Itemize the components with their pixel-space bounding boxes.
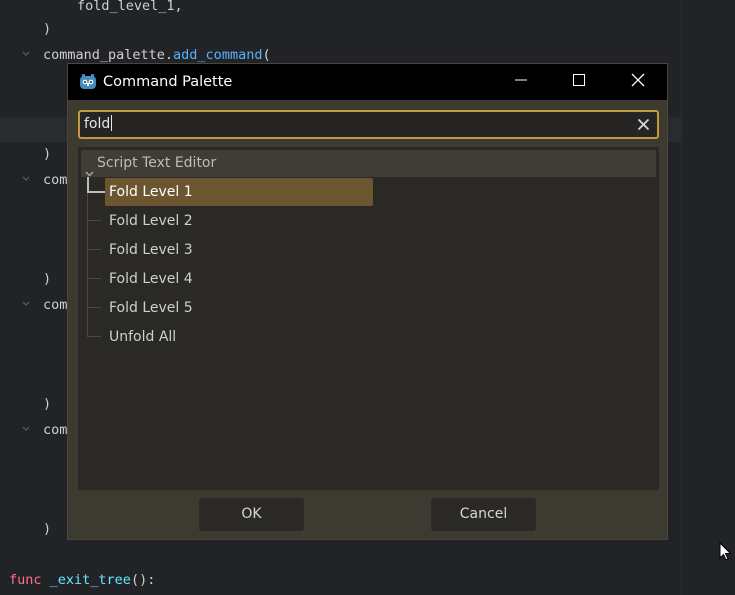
code-line: com — [43, 172, 68, 188]
tree-branch-line — [87, 249, 101, 250]
tree-group-label: Script Text Editor — [97, 155, 217, 171]
search-input[interactable]: fold — [78, 110, 659, 139]
close-icon — [631, 73, 645, 91]
code-line: command_palette.add_command( — [43, 47, 271, 63]
tree-branch-line — [87, 220, 101, 221]
command-item[interactable]: Fold Level 4 — [105, 265, 373, 293]
code-line: func _exit_tree(): — [9, 572, 156, 588]
tree-guide-selected — [87, 177, 89, 191]
fold-arrow-icon[interactable] — [22, 300, 30, 308]
godot-icon — [79, 73, 97, 91]
command-tree[interactable]: Script Text Editor Fold Level 1 Fold Leve… — [78, 147, 659, 490]
tree-branch-line — [87, 278, 101, 279]
tree-branch-line — [87, 336, 101, 337]
tree-branch-line — [87, 191, 105, 193]
fold-arrow-icon[interactable] — [22, 175, 30, 183]
title-bar[interactable]: Command Palette — [68, 64, 667, 100]
command-item[interactable]: Fold Level 1 — [105, 178, 373, 206]
maximize-icon — [573, 74, 585, 90]
tree-group-script-text-editor[interactable]: Script Text Editor — [81, 150, 656, 177]
code-line: ) — [43, 271, 52, 287]
minimize-icon — [515, 74, 527, 90]
code-line: ) — [43, 396, 52, 412]
code-line: ) — [43, 521, 52, 537]
close-button[interactable] — [609, 64, 667, 100]
search-value: fold — [84, 116, 111, 132]
minimize-button[interactable] — [492, 64, 550, 100]
fold-end-icon — [22, 24, 30, 32]
code-line: com — [43, 422, 68, 438]
maximize-button[interactable] — [550, 64, 608, 100]
tree-branch-line — [87, 307, 101, 308]
command-item[interactable]: Fold Level 5 — [105, 294, 373, 322]
cancel-button[interactable]: Cancel — [431, 498, 536, 531]
fold-arrow-icon[interactable] — [22, 50, 30, 58]
command-item[interactable]: Fold Level 3 — [105, 236, 373, 264]
command-palette-dialog: Command Palette fold Script Text Editor … — [67, 63, 668, 540]
dialog-title: Command Palette — [103, 74, 233, 90]
ok-button[interactable]: OK — [199, 498, 304, 531]
code-line: ) — [43, 21, 52, 37]
command-item[interactable]: Fold Level 2 — [105, 207, 373, 235]
line-length-guide — [681, 0, 682, 595]
command-item[interactable]: Unfold All — [105, 323, 373, 351]
code-line: com — [43, 297, 68, 313]
code-line: ) — [43, 146, 52, 162]
fold-end-icon — [22, 524, 30, 532]
mouse-pointer-icon — [719, 541, 733, 562]
text-caret — [111, 115, 113, 131]
chevron-down-icon[interactable] — [85, 160, 94, 177]
code-line: fold_level_1, — [77, 0, 183, 14]
tree-guide-line — [87, 177, 88, 336]
fold-end-icon — [22, 399, 30, 407]
fold-arrow-icon[interactable] — [22, 425, 30, 433]
clear-icon[interactable] — [635, 116, 652, 133]
fold-end-icon — [22, 274, 30, 282]
fold-end-icon — [22, 149, 30, 157]
